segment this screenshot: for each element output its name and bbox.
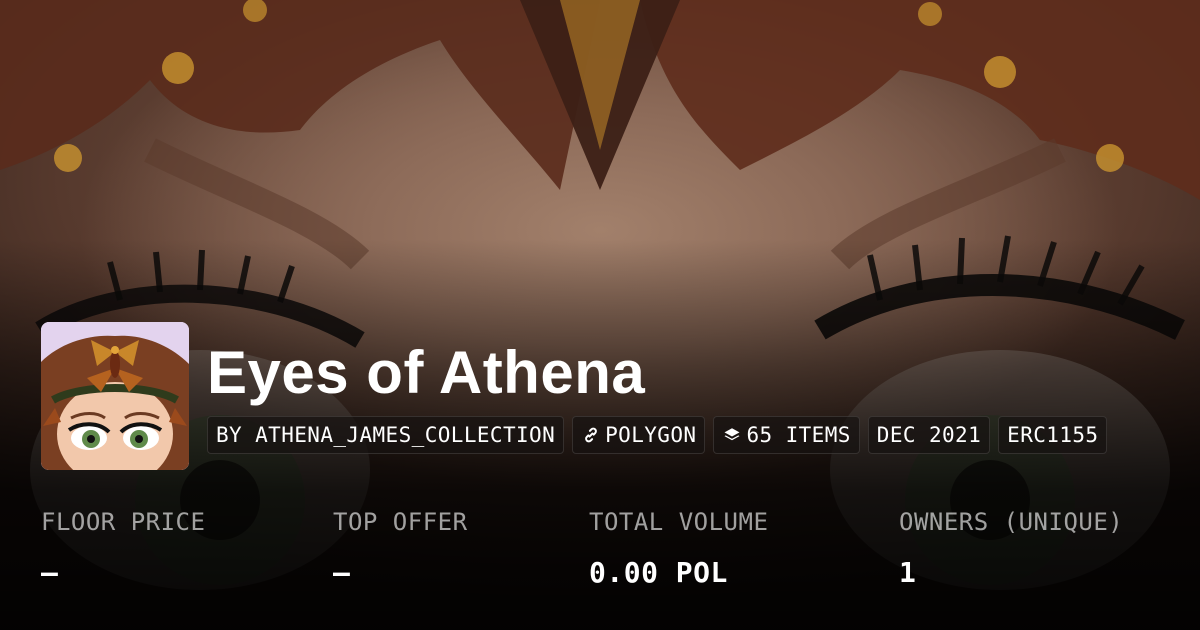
stat-top-offer: TOP OFFER –	[333, 506, 468, 590]
stat-label: FLOOR PRICE	[41, 508, 206, 536]
created-date-tag: DEC 2021	[867, 416, 991, 454]
collection-avatar	[41, 322, 189, 470]
layers-icon	[722, 425, 742, 445]
stat-floor-price: FLOOR PRICE –	[41, 506, 205, 590]
token-standard-label: ERC1155	[1007, 423, 1099, 447]
stat-value: 0.00 POL	[589, 556, 728, 589]
stat-label: TOP OFFER	[333, 508, 468, 536]
creator-label: BY ATHENA_JAMES_COLLECTION	[216, 423, 556, 447]
link-icon	[581, 425, 601, 445]
stat-total-volume: TOTAL VOLUME 0.00 POL	[589, 506, 768, 590]
stat-value: 1	[899, 556, 917, 589]
items-count-tag[interactable]: 65 ITEMS	[713, 416, 860, 454]
stat-owners: OWNERS (UNIQUE) 1	[899, 506, 1123, 590]
created-date-label: DEC 2021	[876, 423, 982, 447]
collection-meta-tags: BY ATHENA_JAMES_COLLECTION POLYGON 65 IT…	[207, 416, 1108, 454]
collection-title: Eyes of Athena	[207, 339, 646, 406]
chain-label: POLYGON	[605, 423, 697, 447]
token-standard-tag: ERC1155	[998, 416, 1108, 454]
creator-tag[interactable]: BY ATHENA_JAMES_COLLECTION	[207, 416, 565, 454]
stat-value: –	[333, 556, 351, 589]
stat-label: TOTAL VOLUME	[589, 508, 769, 536]
stat-label: OWNERS (UNIQUE)	[899, 508, 1124, 536]
chain-tag[interactable]: POLYGON	[572, 416, 706, 454]
items-count-label: 65 ITEMS	[746, 423, 851, 447]
stat-value: –	[41, 556, 59, 589]
